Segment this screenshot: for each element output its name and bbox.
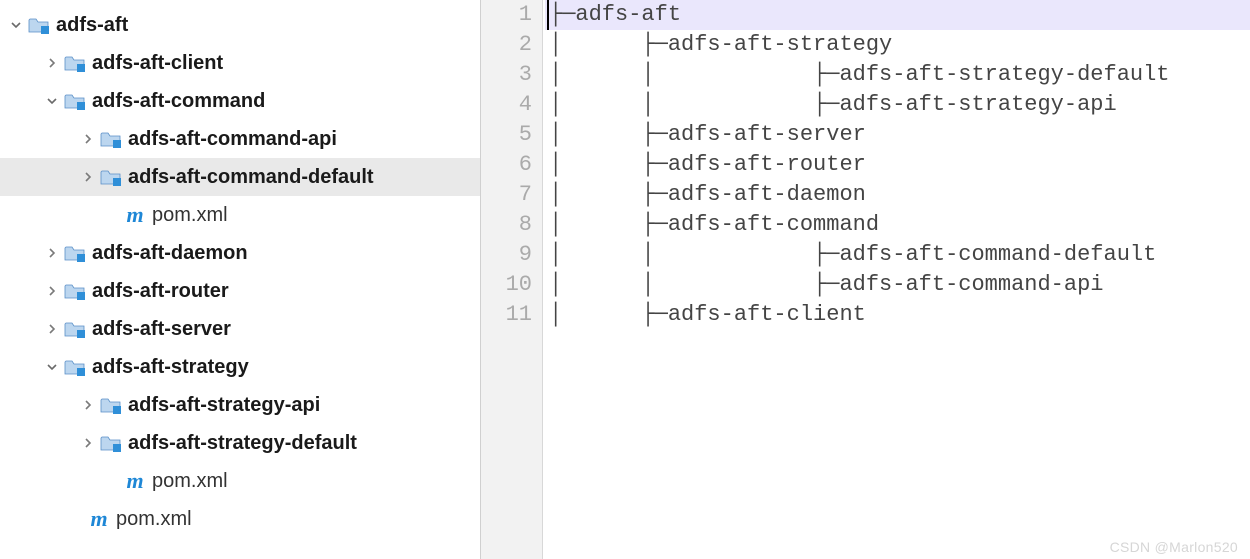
chevron-right-icon[interactable] (76, 436, 100, 450)
code-line[interactable]: │ ├─adfs-aft-command (545, 210, 1250, 240)
gutter-line-number: 6 (481, 150, 532, 180)
gutter-line-number: 5 (481, 120, 532, 150)
tree-item[interactable]: adfs-aft-client (0, 44, 480, 82)
folder-icon (100, 168, 122, 186)
gutter-line-number: 8 (481, 210, 532, 240)
code-line[interactable]: ├─adfs-aft (545, 0, 1250, 30)
code-line[interactable]: │ │ ├─adfs-aft-strategy-api (545, 90, 1250, 120)
tree-item-label: adfs-aft-command-default (128, 166, 374, 189)
tree-item[interactable]: adfs-aft (0, 6, 480, 44)
chevron-right-icon[interactable] (76, 398, 100, 412)
gutter-line-number: 3 (481, 60, 532, 90)
folder-icon (64, 358, 86, 376)
folder-icon (64, 92, 86, 110)
code-line[interactable]: │ ├─adfs-aft-daemon (545, 180, 1250, 210)
tree-item-label: adfs-aft-client (92, 52, 223, 75)
editor-gutter: 1234567891011 (481, 0, 543, 559)
tree-item-label: pom.xml (116, 508, 192, 531)
chevron-down-icon[interactable] (40, 360, 64, 374)
tree-item-label: adfs-aft-strategy-api (128, 394, 320, 417)
folder-icon (64, 282, 86, 300)
chevron-right-icon[interactable] (40, 246, 64, 260)
gutter-line-number: 4 (481, 90, 532, 120)
gutter-line-number: 11 (481, 300, 532, 330)
tree-item[interactable]: m pom.xml (0, 500, 480, 538)
tree-item[interactable]: adfs-aft-server (0, 310, 480, 348)
editor-panel: 1234567891011 ├─adfs-aft│ ├─adfs-aft-str… (480, 0, 1250, 559)
watermark-text: CSDN @Marlon520 (1110, 539, 1238, 555)
maven-file-icon: m (88, 510, 110, 528)
tree-item[interactable]: adfs-aft-strategy-api (0, 386, 480, 424)
tree-item-label: adfs-aft-command (92, 90, 265, 113)
folder-icon (64, 320, 86, 338)
tree-item-label: adfs-aft-server (92, 318, 231, 341)
tree-item[interactable]: adfs-aft-strategy (0, 348, 480, 386)
tree-item-label: adfs-aft-strategy-default (128, 432, 357, 455)
folder-icon (28, 16, 50, 34)
gutter-line-number: 9 (481, 240, 532, 270)
chevron-right-icon[interactable] (40, 322, 64, 336)
code-line[interactable]: │ ├─adfs-aft-client (545, 300, 1250, 330)
tree-item[interactable]: adfs-aft-command-api (0, 120, 480, 158)
folder-icon (100, 130, 122, 148)
code-line[interactable]: │ ├─adfs-aft-router (545, 150, 1250, 180)
code-line[interactable]: │ │ ├─adfs-aft-strategy-default (545, 60, 1250, 90)
tree-item-label: adfs-aft-command-api (128, 128, 337, 151)
tree-item[interactable]: m pom.xml (0, 196, 480, 234)
tree-item-label: adfs-aft (56, 14, 128, 37)
tree-item-label: pom.xml (152, 470, 228, 493)
folder-icon (100, 434, 122, 452)
tree-item[interactable]: adfs-aft-command-default (0, 158, 480, 196)
folder-icon (64, 54, 86, 72)
chevron-right-icon[interactable] (40, 284, 64, 298)
code-line[interactable]: │ ├─adfs-aft-server (545, 120, 1250, 150)
tree-item-label: adfs-aft-strategy (92, 356, 249, 379)
gutter-line-number: 2 (481, 30, 532, 60)
tree-item-label: adfs-aft-daemon (92, 242, 248, 265)
gutter-line-number: 7 (481, 180, 532, 210)
chevron-down-icon[interactable] (4, 18, 28, 32)
tree-item-label: adfs-aft-router (92, 280, 229, 303)
code-line[interactable]: │ │ ├─adfs-aft-command-default (545, 240, 1250, 270)
code-line[interactable]: │ │ ├─adfs-aft-command-api (545, 270, 1250, 300)
chevron-right-icon[interactable] (76, 132, 100, 146)
gutter-line-number: 10 (481, 270, 532, 300)
maven-file-icon: m (124, 206, 146, 224)
tree-item[interactable]: adfs-aft-command (0, 82, 480, 120)
tree-item-label: pom.xml (152, 204, 228, 227)
folder-icon (100, 396, 122, 414)
tree-item[interactable]: adfs-aft-router (0, 272, 480, 310)
editor-caret (547, 0, 549, 30)
folder-icon (64, 244, 86, 262)
code-line[interactable]: │ ├─adfs-aft-strategy (545, 30, 1250, 60)
chevron-right-icon[interactable] (40, 56, 64, 70)
tree-item[interactable]: adfs-aft-strategy-default (0, 424, 480, 462)
chevron-right-icon[interactable] (76, 170, 100, 184)
project-tree[interactable]: adfs-aft adfs-aft-client adfs-aft-command a… (0, 0, 480, 559)
tree-item[interactable]: adfs-aft-daemon (0, 234, 480, 272)
gutter-line-number: 1 (481, 0, 532, 30)
tree-item[interactable]: m pom.xml (0, 462, 480, 500)
editor-code-area[interactable]: ├─adfs-aft│ ├─adfs-aft-strategy│ │ ├─adf… (543, 0, 1250, 559)
maven-file-icon: m (124, 472, 146, 490)
chevron-down-icon[interactable] (40, 94, 64, 108)
